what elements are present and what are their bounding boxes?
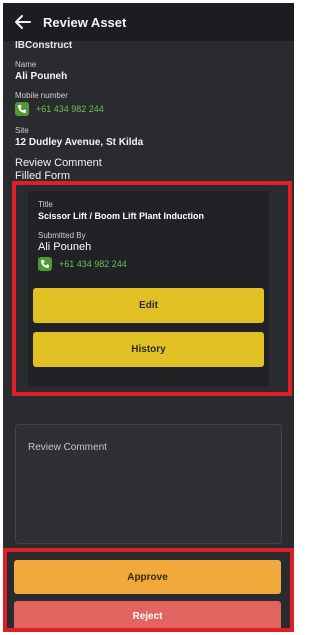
- mobile-row[interactable]: +61 434 982 244: [15, 102, 104, 116]
- review-asset-screen: Review Asset IBConstruct Name Ali Pouneh…: [3, 3, 294, 632]
- back-button[interactable]: [3, 3, 43, 41]
- highlight-box-form: [12, 181, 292, 396]
- site-value: 12 Dudley Avenue, St Kilda: [15, 137, 144, 148]
- review-comment-placeholder: Review Comment: [28, 442, 107, 453]
- name-value: Ali Pouneh: [15, 71, 68, 82]
- site-label: Site: [15, 126, 29, 135]
- company-name: IBConstruct: [15, 40, 73, 51]
- page-title: Review Asset: [43, 14, 127, 30]
- review-comment-heading: Review Comment: [15, 157, 102, 169]
- highlight-box-actions: [3, 548, 294, 632]
- mobile-label: Mobile number: [15, 91, 68, 100]
- phone-icon: [15, 102, 29, 116]
- arrow-left-icon: [15, 15, 31, 29]
- mobile-value: +61 434 982 244: [36, 104, 104, 114]
- name-label: Name: [15, 60, 37, 69]
- app-header: Review Asset: [3, 3, 294, 41]
- review-comment-input[interactable]: Review Comment: [15, 424, 282, 544]
